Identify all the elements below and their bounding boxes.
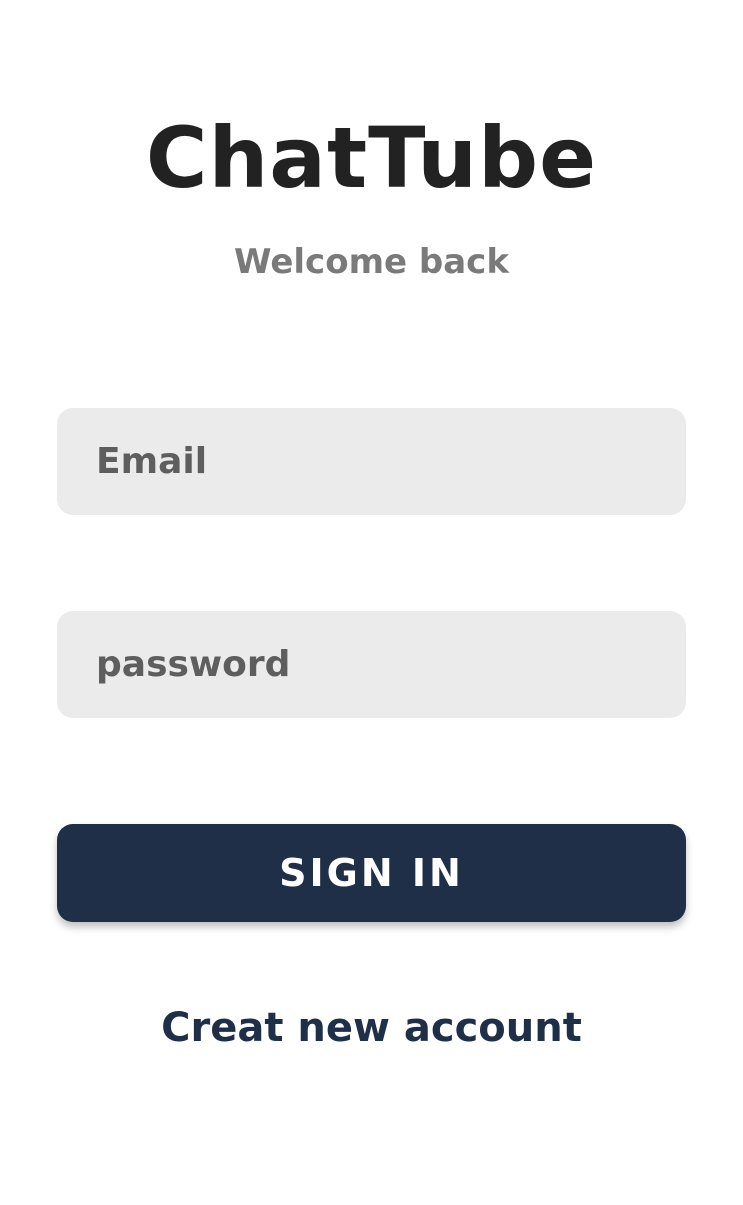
- email-field[interactable]: [57, 408, 686, 515]
- login-screen: ChatTube Welcome back SIGN IN Creat new …: [0, 0, 743, 1205]
- create-account-link[interactable]: Creat new account: [0, 1004, 743, 1052]
- sign-in-button[interactable]: SIGN IN: [57, 824, 686, 922]
- app-title: ChatTube: [145, 109, 598, 207]
- welcome-subtitle: Welcome back: [234, 242, 509, 282]
- password-field[interactable]: [57, 611, 686, 718]
